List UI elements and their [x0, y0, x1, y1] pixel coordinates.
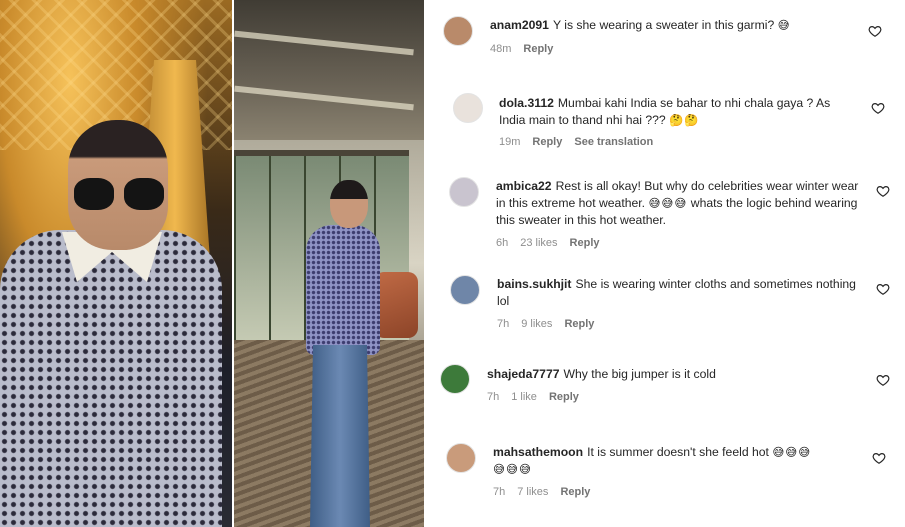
comment-meta: 7h 7 likes Reply	[493, 486, 602, 498]
heart-icon[interactable]	[876, 184, 890, 198]
avatar[interactable]	[443, 16, 473, 46]
comment-username[interactable]: bains.sukhjit	[497, 277, 572, 291]
comment-content: Y is she wearing a sweater in this garmi…	[552, 18, 775, 32]
comment-emoji: 😅	[777, 18, 791, 32]
sunglasses	[74, 178, 166, 212]
comment-text: dola.3112 Mumbai kahi India se bahar to n…	[499, 95, 854, 129]
avatar[interactable]	[446, 443, 476, 473]
comment-emoji: 😅😅😅	[493, 462, 532, 476]
avatar[interactable]	[449, 177, 479, 207]
photo-left	[0, 0, 232, 527]
comment-meta: 7h 9 likes Reply	[497, 318, 606, 330]
like-count[interactable]: 1 like	[511, 391, 537, 403]
comment-content: Why the big jumper is it cold	[563, 367, 716, 381]
comment-time: 48m	[490, 43, 512, 55]
comment-meta: 6h 23 likes Reply	[496, 237, 612, 249]
comment-time: 7h	[493, 486, 506, 498]
comment-time: 7h	[497, 318, 510, 330]
comment-meta: 48m Reply	[490, 43, 565, 55]
comment-username[interactable]: shajeda7777	[487, 367, 560, 381]
see-translation-link[interactable]: See translation	[574, 136, 653, 148]
heart-icon[interactable]	[876, 282, 890, 296]
photo-right	[234, 0, 424, 527]
comment-username[interactable]: dola.3112	[499, 96, 554, 110]
figure-sweater	[306, 225, 380, 355]
knit-sweater	[0, 230, 222, 527]
comment-meta: 19m Reply See translation	[499, 136, 665, 148]
comment-username[interactable]: anam2091	[490, 18, 549, 32]
reply-button[interactable]: Reply	[523, 43, 553, 55]
like-count[interactable]: 7 likes	[517, 486, 548, 498]
comment-meta: 7h 1 like Reply	[487, 391, 591, 403]
heart-icon[interactable]	[872, 451, 886, 465]
heart-icon[interactable]	[871, 101, 885, 115]
comment-emoji: 😅😅😅	[648, 196, 688, 210]
reply-button[interactable]: Reply	[532, 136, 562, 148]
comment-text: shajeda7777 Why the big jumper is it cold	[487, 366, 857, 383]
avatar[interactable]	[450, 275, 480, 305]
comment-time: 7h	[487, 391, 500, 403]
comment-username[interactable]: ambica22	[496, 179, 552, 193]
comment-emoji: 😅😅😅	[772, 445, 812, 459]
handbag	[374, 272, 418, 338]
comment-text: mahsathemoon It is summer doesn't she fee…	[493, 444, 858, 478]
comment-text: ambica22 Rest is all okay! But why do cel…	[496, 178, 861, 229]
avatar[interactable]	[453, 93, 483, 123]
comment-time: 19m	[499, 136, 521, 148]
like-count[interactable]: 9 likes	[521, 318, 552, 330]
reply-button[interactable]: Reply	[560, 486, 590, 498]
figure-head	[330, 180, 368, 228]
comment-content: It is summer doesn't she feeld hot	[587, 445, 769, 459]
comment-emoji: 🤔🤔	[669, 113, 700, 127]
reply-button[interactable]: Reply	[549, 391, 579, 403]
avatar[interactable]	[440, 364, 470, 394]
terminal-ceiling	[234, 0, 424, 140]
figure-jeans	[310, 345, 370, 527]
comment-text: bains.sukhjit She is wearing winter cloth…	[497, 276, 857, 310]
like-count[interactable]: 23 likes	[520, 237, 557, 249]
reply-button[interactable]: Reply	[570, 237, 600, 249]
comments-panel: anam2091 Y is she wearing a sweater in th…	[425, 0, 905, 527]
heart-icon[interactable]	[868, 24, 882, 38]
heart-icon[interactable]	[876, 373, 890, 387]
reply-button[interactable]: Reply	[564, 318, 594, 330]
comment-username[interactable]: mahsathemoon	[493, 445, 583, 459]
comment-time: 6h	[496, 237, 509, 249]
comment-text: anam2091 Y is she wearing a sweater in th…	[490, 17, 850, 34]
